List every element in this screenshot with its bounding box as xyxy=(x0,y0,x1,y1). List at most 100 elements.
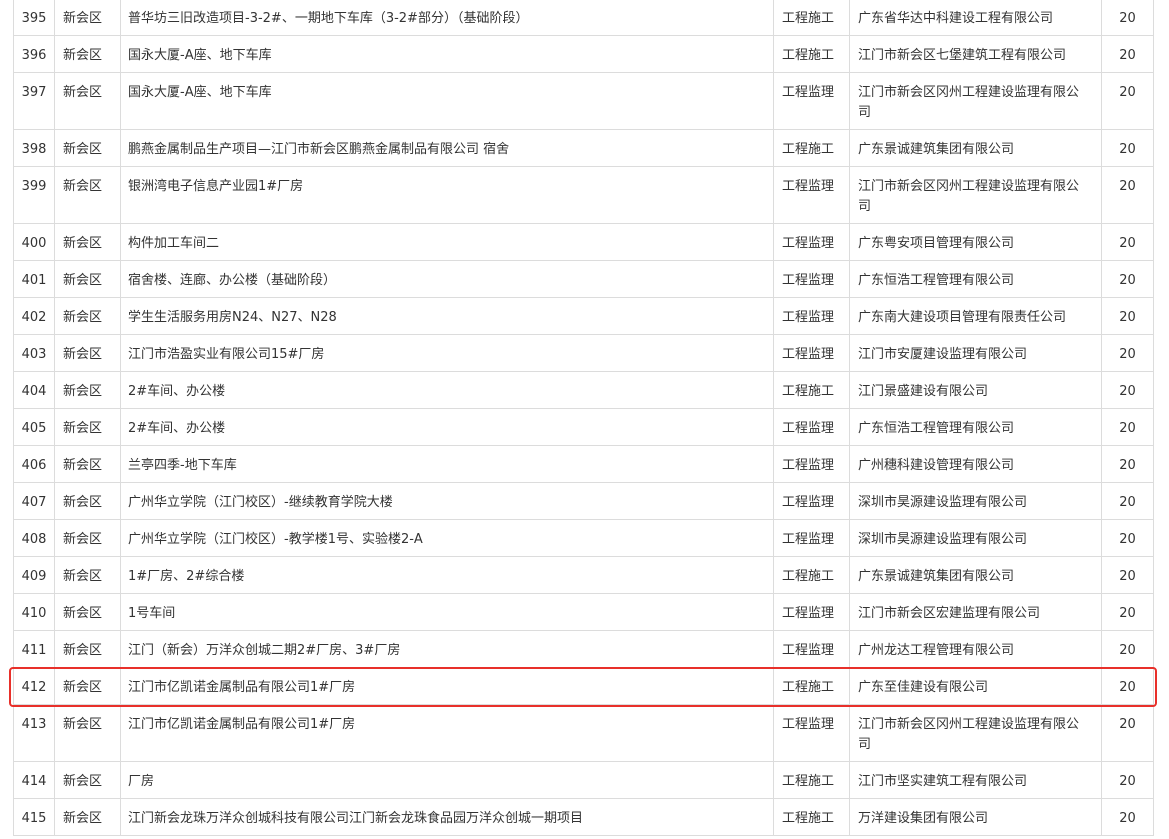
row-number: 412 xyxy=(13,667,55,705)
row-number: 414 xyxy=(13,761,55,799)
work-type-cell: 工程监理 xyxy=(773,297,850,335)
company-cell: 广东省华达中科建设工程有限公司 xyxy=(849,0,1102,36)
district-cell: 新会区 xyxy=(54,260,121,298)
work-type-cell: 工程监理 xyxy=(773,519,850,557)
table-row: 415 新会区 江门新会龙珠万洋众创城科技有限公司江门新会龙珠食品园万洋众创城一… xyxy=(13,798,1154,836)
project-name-cell: 2#车间、办公楼 xyxy=(120,371,774,409)
district-cell: 新会区 xyxy=(54,445,121,483)
table-row: 406 新会区 兰亭四季-地下车库 工程监理 广州穗科建设管理有限公司 20 xyxy=(13,445,1154,483)
work-type-cell: 工程监理 xyxy=(773,223,850,261)
row-number: 406 xyxy=(13,445,55,483)
company-cell: 深圳市昊源建设监理有限公司 xyxy=(849,519,1102,557)
table-row: 401 新会区 宿舍楼、连廊、办公楼（基础阶段） 工程监理 广东恒浩工程管理有限… xyxy=(13,260,1154,298)
score-cell: 20 xyxy=(1101,704,1154,762)
row-number: 409 xyxy=(13,556,55,594)
row-number: 404 xyxy=(13,371,55,409)
table-row: 404 新会区 2#车间、办公楼 工程施工 江门景盛建设有限公司 20 xyxy=(13,371,1154,409)
work-type-cell: 工程监理 xyxy=(773,630,850,668)
project-name-cell: 鹏燕金属制品生产项目—江门市新会区鹏燕金属制品有限公司 宿舍 xyxy=(120,129,774,167)
work-type-cell: 工程施工 xyxy=(773,129,850,167)
row-number: 415 xyxy=(13,798,55,836)
table-row: 397 新会区 国永大厦-A座、地下车库 工程监理 江门市新会区冈州工程建设监理… xyxy=(13,72,1154,130)
table-row: 414 新会区 厂房 工程施工 江门市坚实建筑工程有限公司 20 xyxy=(13,761,1154,799)
district-cell: 新会区 xyxy=(54,129,121,167)
district-cell: 新会区 xyxy=(54,166,121,224)
project-name-cell: 国永大厦-A座、地下车库 xyxy=(120,35,774,73)
table-row: 411 新会区 江门（新会）万洋众创城二期2#厂房、3#厂房 工程监理 广州龙达… xyxy=(13,630,1154,668)
project-name-cell: 2#车间、办公楼 xyxy=(120,408,774,446)
company-cell: 广州龙达工程管理有限公司 xyxy=(849,630,1102,668)
district-cell: 新会区 xyxy=(54,593,121,631)
company-cell: 江门市新会区冈州工程建设监理有限公司 xyxy=(849,72,1102,130)
district-cell: 新会区 xyxy=(54,35,121,73)
project-name-cell: 国永大厦-A座、地下车库 xyxy=(120,72,774,130)
score-cell: 20 xyxy=(1101,630,1154,668)
row-number: 399 xyxy=(13,166,55,224)
score-cell: 20 xyxy=(1101,445,1154,483)
work-type-cell: 工程施工 xyxy=(773,0,850,36)
work-type-cell: 工程监理 xyxy=(773,260,850,298)
score-cell: 20 xyxy=(1101,482,1154,520)
company-cell: 江门市新会区七堡建筑工程有限公司 xyxy=(849,35,1102,73)
row-number: 410 xyxy=(13,593,55,631)
company-cell: 江门市新会区冈州工程建设监理有限公司 xyxy=(849,704,1102,762)
score-cell: 20 xyxy=(1101,334,1154,372)
project-name-cell: 构件加工车间二 xyxy=(120,223,774,261)
table-row: 410 新会区 1号车间 工程监理 江门市新会区宏建监理有限公司 20 xyxy=(13,593,1154,631)
district-cell: 新会区 xyxy=(54,371,121,409)
score-cell: 20 xyxy=(1101,297,1154,335)
score-cell: 20 xyxy=(1101,166,1154,224)
work-type-cell: 工程监理 xyxy=(773,408,850,446)
district-cell: 新会区 xyxy=(54,798,121,836)
project-name-cell: 江门新会龙珠万洋众创城科技有限公司江门新会龙珠食品园万洋众创城一期项目 xyxy=(120,798,774,836)
company-cell: 广东景诚建筑集团有限公司 xyxy=(849,129,1102,167)
work-type-cell: 工程监理 xyxy=(773,445,850,483)
district-cell: 新会区 xyxy=(54,334,121,372)
company-cell: 广东恒浩工程管理有限公司 xyxy=(849,260,1102,298)
project-name-cell: 厂房 xyxy=(120,761,774,799)
table-row: 400 新会区 构件加工车间二 工程监理 广东粤安项目管理有限公司 20 xyxy=(13,223,1154,261)
work-type-cell: 工程监理 xyxy=(773,72,850,130)
score-cell: 20 xyxy=(1101,761,1154,799)
company-cell: 广东至佳建设有限公司 xyxy=(849,667,1102,705)
table-row: 396 新会区 国永大厦-A座、地下车库 工程施工 江门市新会区七堡建筑工程有限… xyxy=(13,35,1154,73)
score-cell: 20 xyxy=(1101,223,1154,261)
table-row: 408 新会区 广州华立学院（江门校区）-教学楼1号、实验楼2-A 工程监理 深… xyxy=(13,519,1154,557)
score-cell: 20 xyxy=(1101,0,1154,36)
row-number: 403 xyxy=(13,334,55,372)
district-cell: 新会区 xyxy=(54,704,121,762)
row-number: 400 xyxy=(13,223,55,261)
score-cell: 20 xyxy=(1101,593,1154,631)
company-cell: 江门市坚实建筑工程有限公司 xyxy=(849,761,1102,799)
project-name-cell: 江门市亿凯诺金属制品有限公司1#厂房 xyxy=(120,667,774,705)
company-cell: 广东粤安项目管理有限公司 xyxy=(849,223,1102,261)
project-name-cell: 普华坊三旧改造项目-3-2#、一期地下车库（3-2#部分）（基础阶段） xyxy=(120,0,774,36)
project-name-cell: 江门市浩盈实业有限公司15#厂房 xyxy=(120,334,774,372)
score-cell: 20 xyxy=(1101,260,1154,298)
company-cell: 万洋建设集团有限公司 xyxy=(849,798,1102,836)
row-number: 398 xyxy=(13,129,55,167)
project-name-cell: 江门市亿凯诺金属制品有限公司1#厂房 xyxy=(120,704,774,762)
company-cell: 江门市安厦建设监理有限公司 xyxy=(849,334,1102,372)
project-name-cell: 江门（新会）万洋众创城二期2#厂房、3#厂房 xyxy=(120,630,774,668)
row-number: 397 xyxy=(13,72,55,130)
project-name-cell: 宿舍楼、连廊、办公楼（基础阶段） xyxy=(120,260,774,298)
project-name-cell: 1号车间 xyxy=(120,593,774,631)
project-name-cell: 广州华立学院（江门校区）-教学楼1号、实验楼2-A xyxy=(120,519,774,557)
row-number: 408 xyxy=(13,519,55,557)
project-name-cell: 银洲湾电子信息产业园1#厂房 xyxy=(120,166,774,224)
score-cell: 20 xyxy=(1101,371,1154,409)
project-name-cell: 兰亭四季-地下车库 xyxy=(120,445,774,483)
company-cell: 广东恒浩工程管理有限公司 xyxy=(849,408,1102,446)
score-cell: 20 xyxy=(1101,408,1154,446)
row-number: 413 xyxy=(13,704,55,762)
project-table: 395 新会区 普华坊三旧改造项目-3-2#、一期地下车库（3-2#部分）（基础… xyxy=(13,0,1154,836)
score-cell: 20 xyxy=(1101,72,1154,130)
work-type-cell: 工程施工 xyxy=(773,798,850,836)
district-cell: 新会区 xyxy=(54,72,121,130)
table-row-highlighted: 412 新会区 江门市亿凯诺金属制品有限公司1#厂房 工程施工 广东至佳建设有限… xyxy=(13,667,1154,705)
table-row: 403 新会区 江门市浩盈实业有限公司15#厂房 工程监理 江门市安厦建设监理有… xyxy=(13,334,1154,372)
row-number: 401 xyxy=(13,260,55,298)
district-cell: 新会区 xyxy=(54,482,121,520)
project-name-cell: 学生生活服务用房N24、N27、N28 xyxy=(120,297,774,335)
